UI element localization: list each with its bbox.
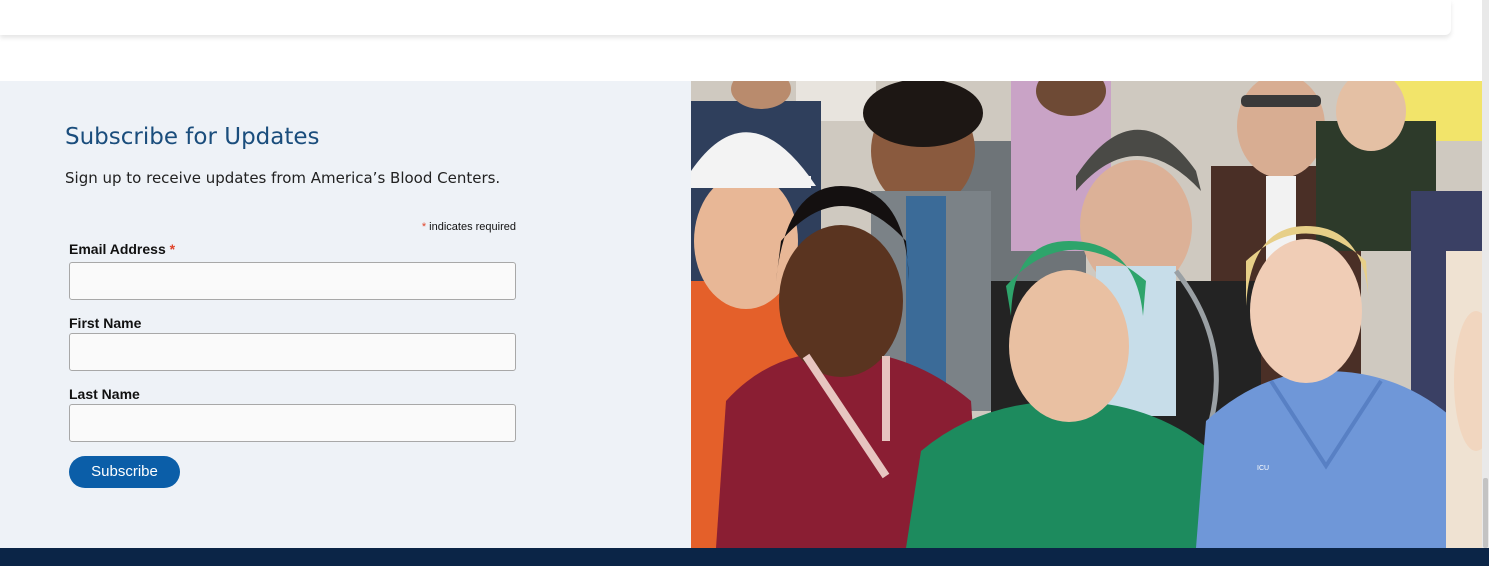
required-note: * indicates required [300, 221, 516, 233]
subscribe-panel: Subscribe for Updates Sign up to receive… [0, 81, 691, 548]
email-field[interactable] [69, 262, 516, 300]
site-footer [0, 548, 1489, 566]
first-name-field[interactable] [69, 333, 516, 371]
page: Subscribe for Updates Sign up to receive… [0, 0, 1489, 566]
first-name-label: First Name [69, 315, 142, 331]
healthcare-workers-photo: ICU [691, 81, 1482, 548]
required-note-text: indicates required [429, 221, 516, 233]
required-asterisk: * [421, 221, 427, 233]
last-name-field[interactable] [69, 404, 516, 442]
scrollbar-thumb[interactable] [1483, 478, 1488, 548]
subscribe-button[interactable]: Subscribe [69, 456, 180, 488]
group-photo-illustration: ICU [691, 81, 1482, 548]
email-label: Email Address * [69, 241, 175, 257]
icu-badge: ICU [1257, 465, 1269, 472]
subscribe-heading: Subscribe for Updates [65, 124, 320, 150]
content-card [0, 0, 1451, 35]
last-name-label: Last Name [69, 386, 140, 402]
email-label-text: Email Address [69, 241, 166, 257]
email-required-asterisk: * [169, 241, 176, 257]
subscribe-description: Sign up to receive updates from America’… [65, 169, 501, 187]
page-scrollbar[interactable] [1482, 0, 1489, 548]
background-person-right-edge [1446, 251, 1482, 548]
